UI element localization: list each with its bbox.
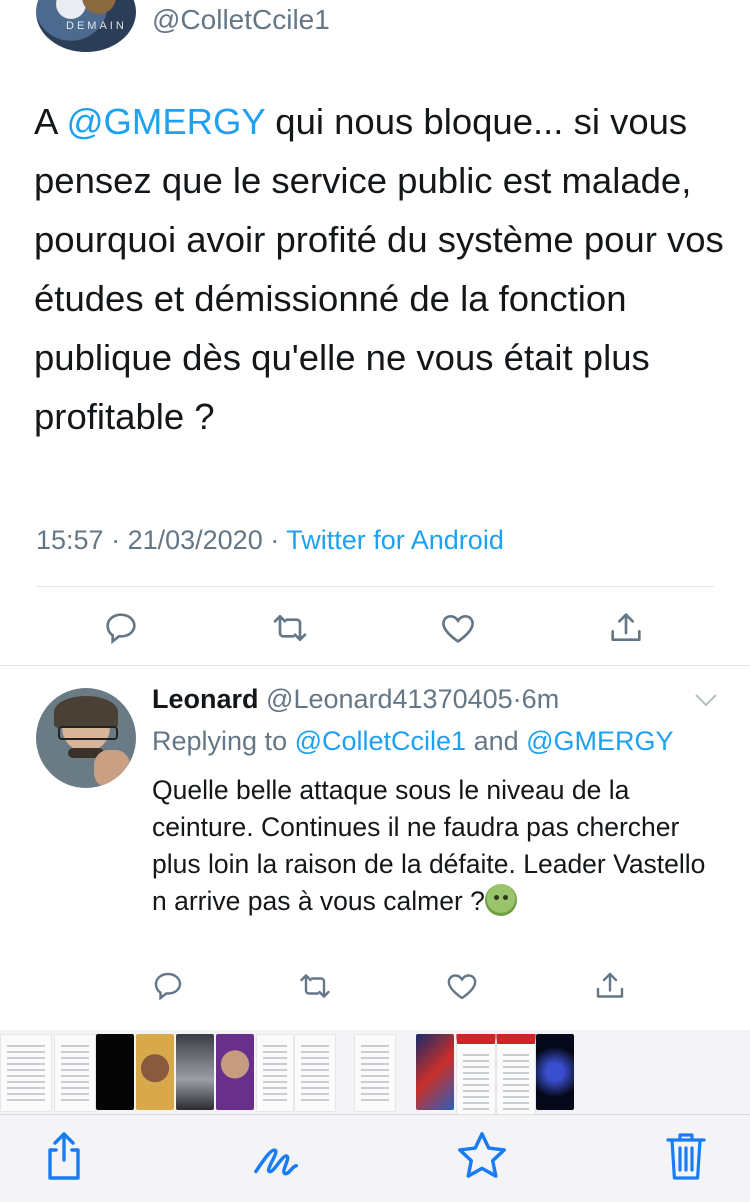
photo-thumbnail[interactable] [456, 1034, 496, 1121]
photo-thumbnail[interactable] [536, 1034, 574, 1110]
share-icon[interactable] [592, 968, 628, 1004]
reply-body: Quelle belle attaque sous le niveau de l… [152, 775, 706, 916]
photo-thumbnail[interactable] [136, 1034, 174, 1110]
mention-link[interactable]: @GMERGY [66, 101, 265, 142]
reply-icon[interactable] [150, 968, 186, 1004]
photo-thumbnail[interactable] [54, 1034, 96, 1112]
reply-dot: · [512, 684, 522, 714]
reply-age: 6m [521, 684, 560, 714]
share-icon[interactable] [606, 608, 646, 648]
photo-thumbnail[interactable] [96, 1034, 134, 1110]
photo-thumbnail[interactable] [294, 1034, 336, 1112]
author-handle[interactable]: @ColletCcile1 [152, 4, 330, 36]
tweet-date: 21/03/2020 [127, 525, 263, 555]
avatar-hair [54, 696, 118, 728]
photo-thumbnail[interactable] [216, 1034, 254, 1110]
markup-pen-icon[interactable] [252, 1132, 306, 1184]
star-icon[interactable] [454, 1128, 510, 1184]
tweet-time: 15:57 [36, 525, 104, 555]
photo-thumbnail[interactable] [416, 1034, 454, 1110]
tweet-source-link[interactable]: Twitter for Android [286, 525, 504, 555]
nauseated-face-emoji [484, 884, 517, 916]
reply-header: Leonard @Leonard41370405·6m [152, 684, 559, 715]
reply-author-handle[interactable]: @Leonard41370405 [266, 684, 513, 714]
reply-author-name[interactable]: Leonard [152, 684, 259, 714]
avatar-figure [82, 0, 116, 14]
photo-thumbnail[interactable] [354, 1034, 396, 1112]
heart-icon[interactable] [444, 968, 480, 1004]
avatar-glasses [58, 726, 118, 740]
photo-thumbnail[interactable] [256, 1034, 294, 1112]
avatar-hand [94, 750, 130, 788]
replying-user-1[interactable]: @ColletCcile1 [295, 726, 466, 756]
chevron-down-icon[interactable] [692, 690, 720, 710]
reply-icon[interactable] [101, 608, 141, 648]
replying-user-2[interactable]: @GMERGY [526, 726, 673, 756]
photo-thumbnail[interactable] [0, 1034, 52, 1112]
tweet-text: A @GMERGY qui nous bloque... si vous pen… [34, 92, 724, 446]
tweet-text-body: qui nous bloque... si vous pensez que le… [34, 101, 724, 437]
replying-to: Replying to @ColletCcile1 and @GMERGY [152, 726, 674, 757]
meta-separator: · [262, 525, 287, 555]
retweet-icon[interactable] [297, 968, 333, 1004]
replying-and: and [466, 726, 527, 756]
section-separator [0, 665, 750, 666]
photo-thumbnail[interactable] [176, 1034, 214, 1110]
reply-author-avatar[interactable] [36, 688, 136, 788]
trash-icon[interactable] [664, 1130, 708, 1182]
share-icon[interactable] [40, 1130, 88, 1182]
reply-text: Quelle belle attaque sous le niveau de l… [152, 772, 712, 920]
tweet-text-prefix: A [34, 101, 67, 142]
retweet-icon[interactable] [270, 608, 310, 648]
author-avatar[interactable]: DEMAIN [36, 0, 136, 52]
divider [36, 586, 714, 587]
replying-prefix: Replying to [152, 726, 295, 756]
heart-icon[interactable] [438, 608, 478, 648]
photo-thumbnail[interactable] [496, 1034, 536, 1121]
tweet-meta: 15:57 · 21/03/2020 · Twitter for Android [36, 525, 504, 556]
avatar-logo-text: DEMAIN [66, 20, 127, 32]
photos-toolbar [0, 1114, 750, 1202]
meta-separator: · [103, 525, 128, 555]
